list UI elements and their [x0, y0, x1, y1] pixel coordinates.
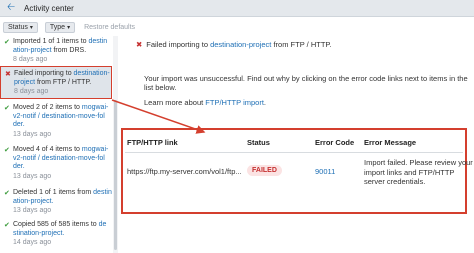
column-header-error-code: Error Code [315, 138, 355, 147]
timestamp: 8 days ago [14, 88, 49, 95]
destination-link[interactable]: destination- [74, 70, 110, 77]
check-icon: ✔ [4, 222, 10, 229]
destination-link[interactable]: mogwai- [82, 146, 108, 153]
ftp-http-import-link[interactable]: FTP/HTTP import [205, 98, 264, 107]
activity-text: from FTP / HTTP. [35, 78, 92, 86]
status-filter-dropdown[interactable]: Status ▾ [3, 22, 38, 33]
timestamp: 14 days ago [13, 239, 52, 246]
ftp-link-cell: https://ftp.my-server.com/vol1/ftp... [127, 167, 242, 176]
filter-bar: Status ▾ Type ▾ Restore defaults [3, 22, 135, 33]
scrollbar-thumb[interactable] [114, 100, 117, 250]
destination-link[interactable]: de [99, 221, 107, 228]
destination-link[interactable]: ation-project [13, 47, 52, 54]
activity-list: ✔ Imported 1 of 1 items to destin ation-… [0, 36, 118, 253]
error-message-cell: Import failed. Please review your import… [364, 158, 473, 186]
activity-text: Copied 585 of 585 items to [13, 221, 99, 228]
activity-text: Deleted 1 of 1 items from [13, 189, 94, 196]
timestamp: 13 days ago [13, 130, 52, 138]
type-filter-label: Type [49, 24, 66, 31]
chevron-down-icon: ▾ [67, 25, 71, 31]
activity-item[interactable]: ✔ Imported 1 of 1 items to destin ation-… [0, 38, 112, 64]
destination-link[interactable]: der. [13, 121, 25, 128]
detail-heading-text: Failed importing to [146, 40, 211, 49]
error-x-icon: ✖ [5, 71, 11, 78]
activity-item[interactable]: ✔ Moved 2 of 2 items to mogwai- v2-notif… [0, 104, 112, 139]
destination-link[interactable]: destin [88, 38, 107, 45]
timestamp: 8 days ago [13, 56, 48, 63]
chevron-down-icon: ▾ [29, 25, 33, 31]
top-bar: 🡠 Activity center [0, 0, 474, 17]
error-x-icon: ✖ [136, 40, 143, 49]
detail-heading: ✖ Failed importing to destination-projec… [136, 40, 332, 49]
restore-defaults-button[interactable]: Restore defaults [84, 24, 135, 31]
destination-link[interactable]: destin [93, 189, 112, 196]
status-badge: FAILED [247, 165, 282, 176]
status-filter-label: Status [8, 24, 28, 31]
learn-more-text: . [263, 98, 267, 107]
check-icon: ✔ [4, 147, 10, 154]
learn-more: Learn more about FTP/HTTP import. [144, 98, 266, 107]
destination-link[interactable]: destination-project [210, 40, 271, 49]
column-header-error-message: Error Message [364, 138, 417, 147]
activity-item-selected[interactable]: ✖ Failed importing to destination- proje… [0, 66, 112, 99]
destination-link[interactable]: der. [13, 163, 25, 170]
check-icon: ✔ [4, 39, 10, 46]
activity-text: Moved 2 of 2 items to [13, 104, 82, 111]
check-icon: ✔ [4, 105, 10, 112]
activity-text: Failed importing to [14, 70, 74, 77]
check-icon: ✔ [4, 190, 10, 197]
detail-heading-text: from FTP / HTTP. [271, 40, 332, 49]
destination-link[interactable]: ation-project. [13, 198, 53, 205]
error-table: FTP/HTTP link Status Error Code Error Me… [121, 128, 473, 214]
type-filter-dropdown[interactable]: Type ▾ [44, 22, 76, 33]
activity-item[interactable]: ✔ Deleted 1 of 1 items from destin ation… [0, 189, 112, 215]
destination-link[interactable]: stination-project. [13, 230, 64, 237]
column-header-link: FTP/HTTP link [127, 138, 178, 147]
destination-link[interactable]: mogwai- [82, 104, 108, 111]
destination-link[interactable]: v2-notif / destination-move-fol [13, 113, 105, 120]
error-explanation: Your import was unsuccessful. Find out w… [144, 74, 468, 92]
column-header-status: Status [247, 138, 270, 147]
timestamp: 13 days ago [13, 207, 52, 214]
header-divider [125, 152, 463, 153]
destination-link[interactable]: project [14, 79, 35, 86]
arrow-left-icon[interactable]: 🡠 [4, 1, 18, 15]
destination-link[interactable]: v2-notif / destination-move-fol [13, 155, 105, 162]
activity-item[interactable]: ✔ Moved 4 of 4 items to mogwai- v2-notif… [0, 146, 112, 181]
timestamp: 13 days ago [13, 172, 52, 180]
activity-text: from DRS. [51, 46, 87, 54]
activity-item[interactable]: ✔ Copied 585 of 585 items to de stinatio… [0, 221, 112, 247]
error-code-link[interactable]: 90011 [315, 167, 335, 176]
activity-text: Moved 4 of 4 items to [13, 146, 82, 153]
page-title: Activity center [24, 3, 74, 13]
activity-text: Imported 1 of 1 items to [13, 38, 89, 45]
learn-more-text: Learn more about [144, 98, 206, 107]
